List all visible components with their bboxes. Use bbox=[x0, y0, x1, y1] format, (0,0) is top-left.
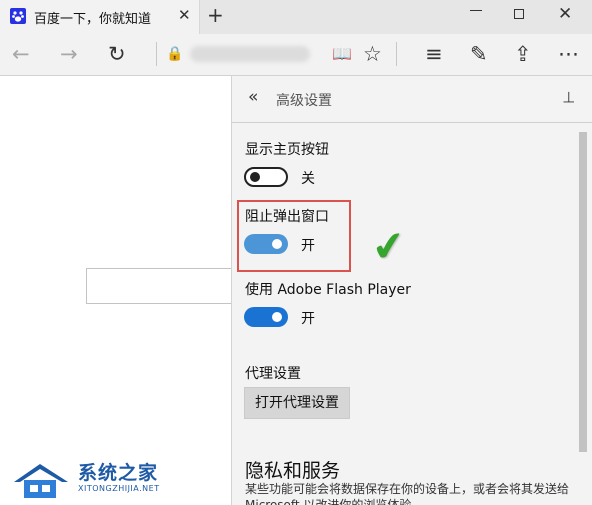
home-button-toggle[interactable] bbox=[244, 167, 288, 187]
privacy-description: 某些功能可能会将数据保存在你的设备上，或者会将其发送给 Microsoft 以改… bbox=[245, 482, 570, 505]
setting-label-home-button: 显示主页按钮 bbox=[245, 142, 329, 158]
setting-label-block-popups: 阻止弹出窗口 bbox=[245, 209, 329, 225]
watermark-name: 系统之家 bbox=[78, 462, 159, 484]
pin-icon[interactable]: ⊣ bbox=[560, 90, 578, 103]
maximize-icon[interactable] bbox=[514, 9, 524, 19]
tab-title: 百度一下，你就知道 bbox=[34, 12, 152, 27]
setting-label-flash-player: 使用 Adobe Flash Player bbox=[245, 282, 411, 298]
green-checkmark-icon: ✔ bbox=[368, 221, 409, 273]
panel-header: « 高级设置 ⊣ bbox=[232, 76, 592, 122]
web-note-icon[interactable]: ✎ bbox=[470, 40, 488, 68]
search-input[interactable] bbox=[86, 268, 232, 304]
back-arrow-icon[interactable]: ← bbox=[12, 40, 30, 68]
panel-divider bbox=[232, 122, 592, 123]
panel-scrollbar[interactable] bbox=[579, 132, 587, 452]
toggle-knob bbox=[272, 312, 282, 322]
toggle-knob bbox=[272, 239, 282, 249]
flash-player-toggle[interactable] bbox=[244, 307, 288, 327]
minimize-icon[interactable] bbox=[470, 10, 482, 11]
block-popups-toggle[interactable] bbox=[244, 234, 288, 254]
panel-title: 高级设置 bbox=[276, 93, 332, 109]
panel-back-icon[interactable]: « bbox=[248, 87, 258, 107]
home-button-state: 关 bbox=[301, 171, 315, 187]
toolbar-divider bbox=[396, 42, 397, 66]
proxy-settings-label: 代理设置 bbox=[245, 366, 301, 382]
block-popups-state: 开 bbox=[301, 238, 315, 254]
browser-tab[interactable]: 百度一下，你就知道 ✕ bbox=[0, 0, 200, 34]
favorite-star-icon[interactable]: ☆ bbox=[363, 40, 382, 68]
open-proxy-settings-button[interactable]: 打开代理设置 bbox=[244, 387, 350, 419]
forward-arrow-icon[interactable]: → bbox=[60, 40, 78, 68]
privacy-heading: 隐私和服务 bbox=[245, 460, 341, 482]
watermark-logo bbox=[14, 464, 68, 498]
toggle-knob bbox=[250, 172, 260, 182]
address-divider bbox=[156, 42, 157, 66]
window-close-icon[interactable]: ✕ bbox=[558, 4, 572, 24]
hub-icon[interactable]: ≡ bbox=[425, 40, 443, 68]
baidu-paw-icon bbox=[10, 8, 26, 24]
navigation-bar: ← → ↻ 🔒 📖 ☆ ≡ ✎ ⇪ ⋯ bbox=[0, 34, 592, 76]
new-tab-icon[interactable]: + bbox=[207, 3, 224, 27]
watermark-url: XITONGZHIJIA.NET bbox=[78, 484, 160, 493]
tab-close-icon[interactable]: ✕ bbox=[178, 6, 191, 24]
lock-icon: 🔒 bbox=[166, 46, 184, 62]
more-icon[interactable]: ⋯ bbox=[558, 40, 579, 68]
flash-player-state: 开 bbox=[301, 311, 315, 327]
address-bar-blurred[interactable] bbox=[190, 46, 310, 62]
reading-view-icon[interactable]: 📖 bbox=[332, 40, 352, 68]
advanced-settings-panel: « 高级设置 ⊣ 显示主页按钮 关 阻止弹出窗口 开 ✔ 使用 Adobe Fl… bbox=[231, 76, 592, 505]
refresh-icon[interactable]: ↻ bbox=[108, 40, 126, 68]
share-icon[interactable]: ⇪ bbox=[514, 40, 532, 68]
